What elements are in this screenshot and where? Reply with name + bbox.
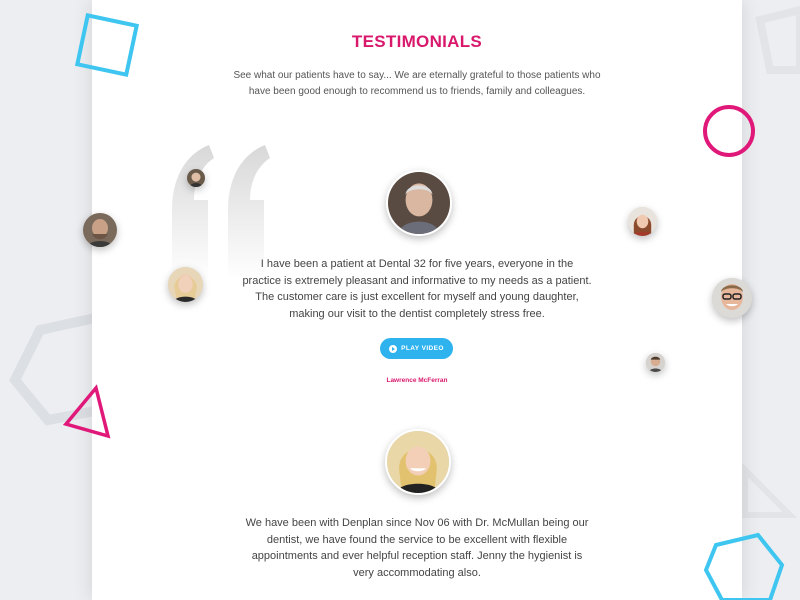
testimonial-text: We have been with Denplan since Nov 06 w… (245, 517, 589, 579)
play-video-button[interactable]: PLAY VIDEO (380, 338, 453, 359)
reviewer-avatar (386, 170, 452, 236)
play-icon (389, 344, 398, 353)
floating-avatar (628, 207, 657, 236)
testimonials-section: TESTIMONIALS See what our patients have … (83, 0, 752, 600)
floating-avatar (168, 267, 203, 302)
reviewer-name: Lawrence McFerran (386, 377, 448, 384)
floating-avatar (646, 353, 665, 372)
reviewer-avatar (385, 429, 451, 495)
floating-avatar (187, 169, 205, 187)
floating-avatar (83, 213, 117, 247)
play-video-label: PLAY VIDEO (401, 345, 444, 352)
section-title: TESTIMONIALS (351, 32, 483, 51)
testimonial-text: I have been a patient at Dental 32 for f… (242, 258, 592, 320)
floating-avatar (712, 278, 752, 318)
section-subtitle: See what our patients have to say... We … (233, 70, 601, 97)
